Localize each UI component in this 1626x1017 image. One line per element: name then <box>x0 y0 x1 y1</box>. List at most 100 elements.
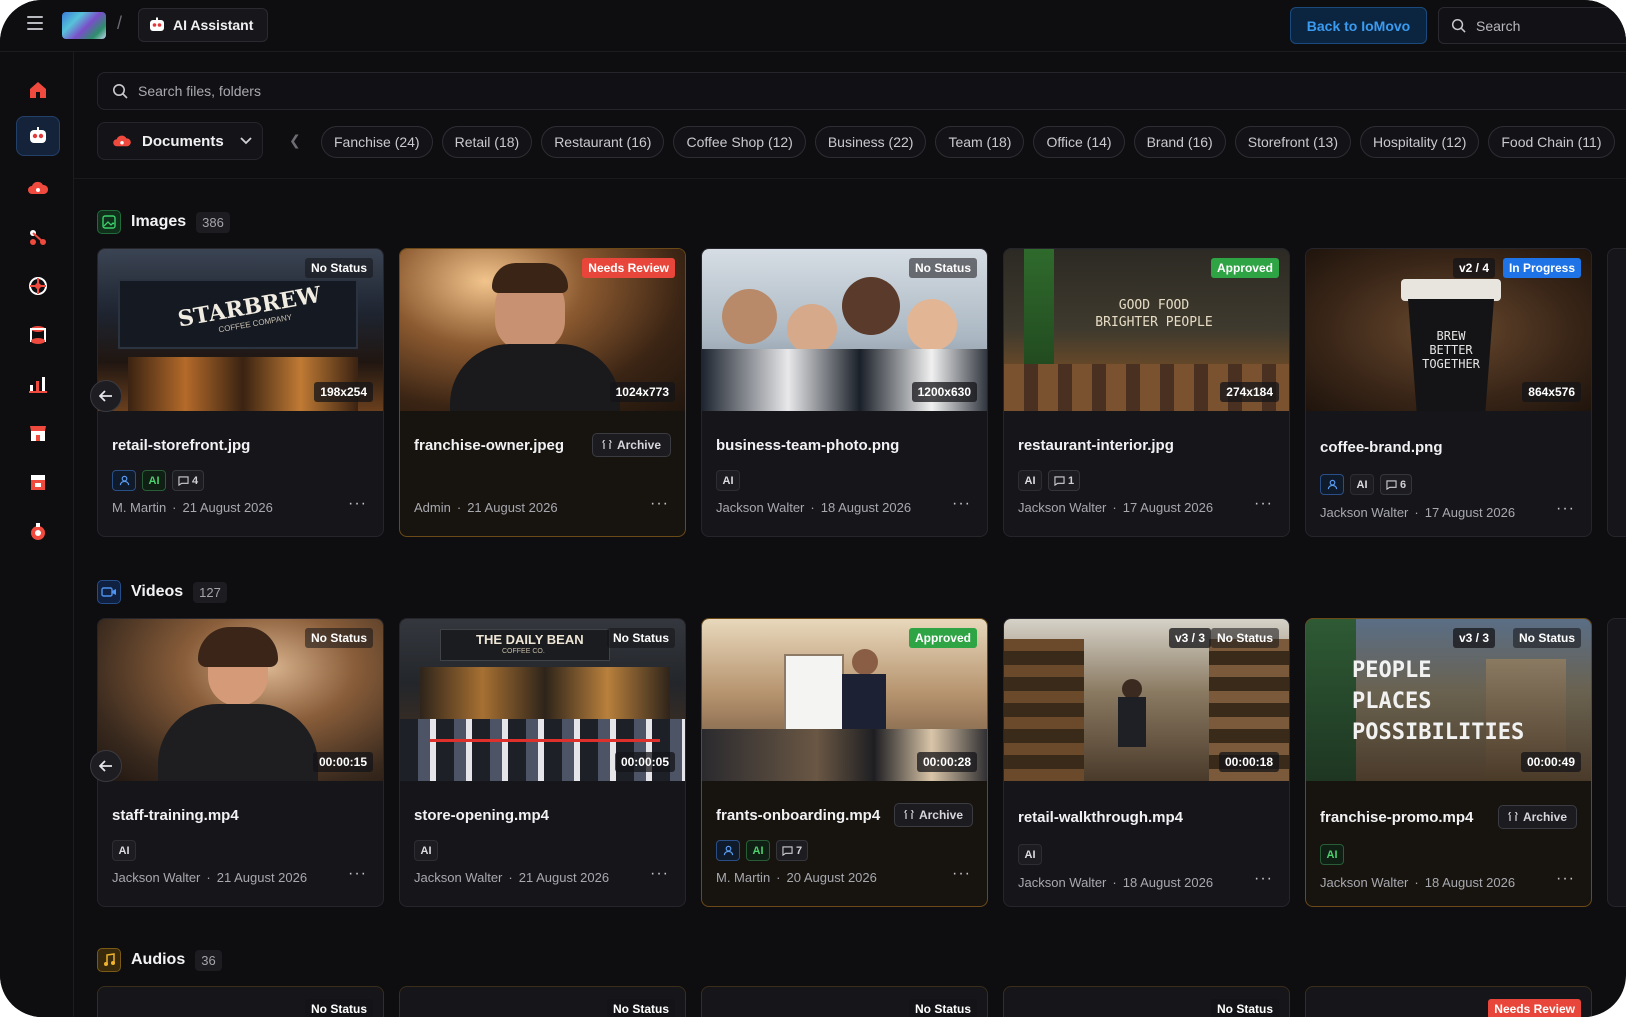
thumbnail[interactable]: PEOPLE PLACES POSSIBILITIES v3 / 3 No St… <box>1306 619 1591 781</box>
version-badge[interactable]: v3 / 3 <box>1168 628 1211 648</box>
image-card-partial[interactable] <box>1607 248 1626 537</box>
filter-chip[interactable]: Team (18) <box>935 126 1025 158</box>
row-scroll-left-button[interactable] <box>90 380 122 412</box>
thumbnail[interactable]: No Status 1200x630 <box>702 249 987 411</box>
version-badge[interactable]: v2 / 4 <box>1452 258 1495 278</box>
ai-badge[interactable]: AI <box>112 840 136 861</box>
ai-badge[interactable]: AI <box>1320 844 1344 865</box>
thumbnail[interactable]: BREW BETTER TOGETHER v2 / 4 In Progress … <box>1306 249 1591 411</box>
more-options-icon[interactable]: ··· <box>1254 495 1273 513</box>
assignee-icon[interactable] <box>716 840 740 861</box>
video-card[interactable]: THE DAILY BEAN COFFEE CO. No Status 00:0… <box>399 618 686 907</box>
sidebar-item-settings[interactable] <box>16 512 60 552</box>
assignee-icon[interactable] <box>1320 474 1344 495</box>
filter-chip[interactable]: Hospitality (12) <box>1360 126 1480 158</box>
comment-badge[interactable]: 1 <box>1048 470 1081 491</box>
search-input[interactable]: Search files, folders <box>97 72 1626 110</box>
thumbnail[interactable]: v3 / 3 No Status 00:00:18 <box>1004 619 1289 781</box>
more-options-icon[interactable]: ··· <box>348 495 367 513</box>
thumbnail[interactable]: STARBREW COFFEE COMPANY No Status 198x25… <box>98 249 383 411</box>
ai-badge[interactable]: AI <box>414 840 438 861</box>
thumbnail[interactable]: Approved 00:00:28 <box>702 619 987 781</box>
comment-badge[interactable]: 4 <box>172 470 205 491</box>
filter-chip[interactable]: Storefront (13) <box>1234 126 1351 158</box>
audio-card[interactable]: No Status <box>1003 986 1290 1017</box>
filter-chip[interactable]: Coffee Shop (12) <box>673 126 806 158</box>
audio-card[interactable]: No Status <box>97 986 384 1017</box>
workspace-thumbnail[interactable] <box>62 12 106 39</box>
thumbnail[interactable]: GOOD FOOD BRIGHTER PEOPLE Approved 274x1… <box>1004 249 1289 411</box>
filter-chip[interactable]: Fanchise (24) <box>321 126 433 158</box>
audio-card[interactable]: No Status <box>701 986 988 1017</box>
more-options-icon[interactable]: ··· <box>348 865 367 883</box>
more-options-icon[interactable]: ··· <box>650 865 669 883</box>
image-card[interactable]: STARBREW COFFEE COMPANY No Status 198x25… <box>97 248 384 537</box>
filter-chip[interactable]: Restaurant (16) <box>541 126 665 158</box>
ai-badge[interactable]: AI <box>716 470 740 491</box>
more-options-icon[interactable]: ··· <box>1254 870 1273 888</box>
filter-chip[interactable]: Business (22) <box>814 126 927 158</box>
ai-badge[interactable]: AI <box>1018 470 1042 491</box>
more-options-icon[interactable]: ··· <box>952 495 971 513</box>
version-badge[interactable]: v3 / 3 <box>1452 628 1495 648</box>
image-card[interactable]: GOOD FOOD BRIGHTER PEOPLE Approved 274x1… <box>1003 248 1290 537</box>
comment-badge[interactable]: 7 <box>776 840 809 861</box>
thumbnail[interactable]: No Status 00:00:15 <box>98 619 383 781</box>
file-name[interactable]: retail-storefront.jpg <box>112 437 250 454</box>
global-search-input[interactable]: Search <box>1438 7 1626 44</box>
video-card[interactable]: v3 / 3 No Status 00:00:18 retail-walkthr… <box>1003 618 1290 907</box>
file-name[interactable]: franchise-owner.jpeg <box>414 437 564 454</box>
image-card[interactable]: No Status 1200x630 business-team-photo.p… <box>701 248 988 537</box>
back-to-iomovo-button[interactable]: Back to IoMovo <box>1290 7 1427 44</box>
audio-card[interactable]: Needs Review <box>1305 986 1592 1017</box>
file-name[interactable]: staff-training.mp4 <box>112 807 239 824</box>
sidebar-item-home[interactable] <box>16 70 60 110</box>
sidebar-item-store[interactable] <box>16 413 60 453</box>
filter-chip[interactable]: Food Chain (11) <box>1488 126 1615 158</box>
more-options-icon[interactable]: ··· <box>1556 500 1575 518</box>
file-name[interactable]: store-opening.mp4 <box>414 807 549 824</box>
ai-badge[interactable]: AI <box>142 470 166 491</box>
audio-card[interactable]: No Status <box>399 986 686 1017</box>
file-name[interactable]: business-team-photo.png <box>716 437 899 454</box>
video-card-partial[interactable] <box>1607 618 1626 907</box>
sidebar-item-analytics[interactable] <box>16 364 60 404</box>
filter-chip[interactable]: Brand (16) <box>1133 126 1226 158</box>
ai-assistant-breadcrumb[interactable]: AI Assistant <box>138 8 269 42</box>
file-name[interactable]: coffee-brand.png <box>1320 439 1443 456</box>
more-options-icon[interactable]: ··· <box>952 865 971 883</box>
sidebar-item-share[interactable] <box>16 217 60 257</box>
thumbnail[interactable]: THE DAILY BEAN COFFEE CO. No Status 00:0… <box>400 619 685 781</box>
archive-button[interactable]: Archive <box>1497 805 1577 829</box>
ai-badge[interactable]: AI <box>1350 474 1374 495</box>
video-card[interactable]: No Status 00:00:15 staff-training.mp4 AI… <box>97 618 384 907</box>
ai-badge[interactable]: AI <box>1018 844 1042 865</box>
file-name[interactable]: restaurant-interior.jpg <box>1018 437 1174 454</box>
video-card[interactable]: Approved 00:00:28 frants-onboarding.mp4 … <box>701 618 988 907</box>
ai-badge[interactable]: AI <box>746 840 770 861</box>
thumbnail[interactable]: Needs Review 1024x773 <box>400 249 685 411</box>
more-options-icon[interactable]: ··· <box>650 495 669 513</box>
assignee-icon[interactable] <box>112 470 136 491</box>
more-options-icon[interactable]: ··· <box>1556 870 1575 888</box>
sidebar-item-cloud[interactable] <box>16 168 60 208</box>
documents-dropdown[interactable]: Documents <box>97 122 263 160</box>
filter-chip[interactable]: Retail (18) <box>441 126 533 158</box>
video-card[interactable]: PEOPLE PLACES POSSIBILITIES v3 / 3 No St… <box>1305 618 1592 907</box>
archive-button[interactable]: Archive <box>893 803 973 827</box>
sidebar-item-globe[interactable] <box>16 266 60 306</box>
file-name[interactable]: franchise-promo.mp4 <box>1320 809 1473 826</box>
archive-button[interactable]: Archive <box>591 433 671 457</box>
sidebar-item-shop[interactable] <box>16 462 60 502</box>
chip-scroll-left-icon[interactable]: ❮ <box>289 132 301 149</box>
image-card[interactable]: BREW BETTER TOGETHER v2 / 4 In Progress … <box>1305 248 1592 537</box>
sidebar-item-database[interactable] <box>16 315 60 355</box>
image-card[interactable]: Needs Review 1024x773 franchise-owner.jp… <box>399 248 686 537</box>
file-name[interactable]: retail-walkthrough.mp4 <box>1018 809 1183 826</box>
filter-chip[interactable]: Office (14) <box>1033 126 1125 158</box>
comment-badge[interactable]: 6 <box>1380 474 1413 495</box>
sidebar-item-ai-assistant[interactable] <box>16 116 60 156</box>
row-scroll-left-button[interactable] <box>90 750 122 782</box>
menu-icon[interactable] <box>27 16 43 30</box>
file-name[interactable]: frants-onboarding.mp4 <box>716 807 880 824</box>
